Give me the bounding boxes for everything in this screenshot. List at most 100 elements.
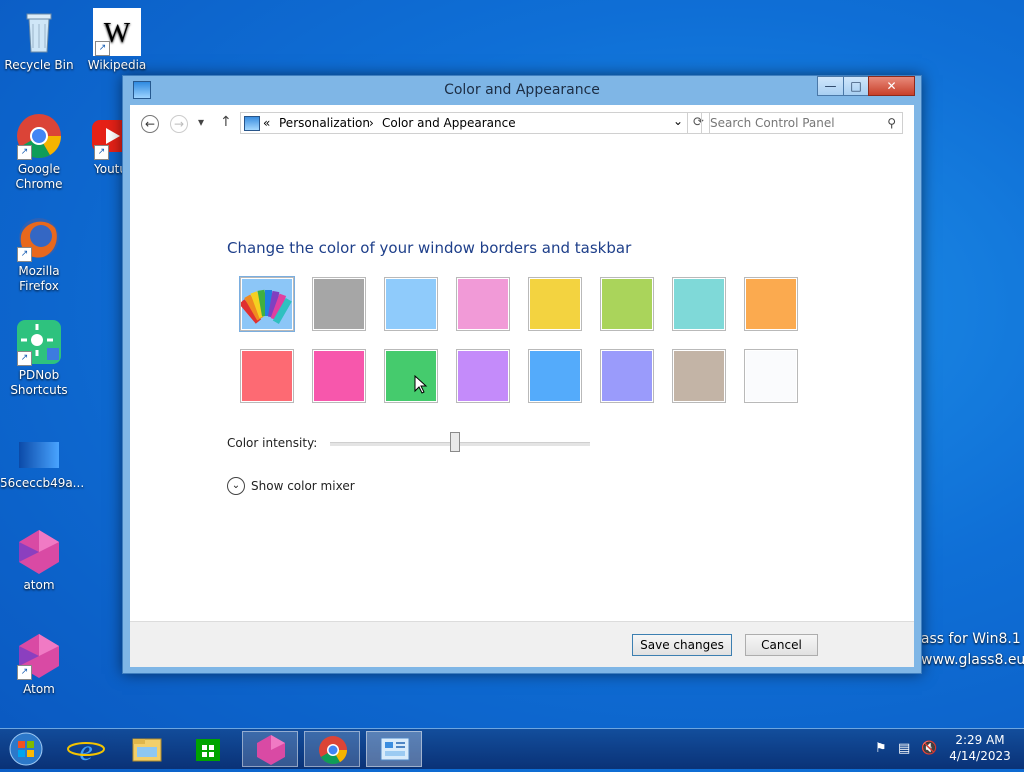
color-swatch-violet[interactable] (456, 349, 510, 403)
control-panel-icon (380, 737, 410, 761)
color-intensity-label: Color intensity: (227, 436, 318, 450)
breadcrumb-personalization[interactable]: Personalization (279, 116, 370, 130)
atom-icon (15, 528, 63, 576)
swatch-fill (602, 351, 652, 401)
desktop-icon-label: PDNob Shortcuts (10, 368, 68, 397)
desktop-icon-atom[interactable]: ↗ Atom (0, 632, 78, 697)
image-file-icon (15, 434, 63, 474)
back-button[interactable]: ← (141, 115, 159, 133)
button-footer: Save changes Cancel (130, 621, 914, 667)
mouse-cursor-icon (414, 375, 428, 394)
taskbar-internet-explorer[interactable]: e (58, 731, 114, 767)
shortcut-arrow-icon: ↗ (94, 145, 109, 160)
windows-orb-icon (9, 732, 43, 766)
desktop-icon-label: 56ceccb49a... (0, 476, 85, 490)
taskbar-control-panel[interactable] (366, 731, 422, 767)
taskbar-clock[interactable]: 2:29 AM 4/14/2023 (948, 732, 1012, 764)
taskbar: e ⚑ ▤ 🔇 (0, 728, 1024, 769)
minimize-button[interactable]: — (817, 76, 844, 96)
youtube-icon: ↗ (92, 112, 124, 160)
swatch-fill (746, 279, 796, 329)
color-swatch-gray[interactable] (312, 277, 366, 331)
svg-text:e: e (79, 734, 92, 767)
up-button[interactable]: ↑ (220, 114, 232, 130)
swatch-fill (386, 279, 436, 329)
atom-icon: ↗ (15, 632, 63, 680)
color-swatch-white[interactable] (744, 349, 798, 403)
swatch-fill (602, 279, 652, 329)
desktop-icon-label: Google Chrome (15, 162, 63, 191)
pdnob-icon: ↗ (15, 318, 63, 366)
swatch-fill (746, 351, 796, 401)
chrome-icon (319, 736, 347, 764)
color-swatch-periwinkle[interactable] (600, 349, 654, 403)
shortcut-arrow-icon: ↗ (17, 145, 32, 160)
breadcrumb-color-appearance[interactable]: Color and Appearance (382, 116, 516, 130)
watermark-line2: www.glass8.eu (921, 652, 1024, 668)
folder-icon (132, 738, 162, 762)
volume-muted-icon[interactable]: 🔇 (921, 741, 937, 756)
action-center-flag-icon[interactable]: ⚑ (875, 741, 887, 756)
taskbar-chrome[interactable] (304, 731, 360, 767)
show-color-mixer-label: Show color mixer (251, 479, 355, 493)
color-swatch-taupe[interactable] (672, 349, 726, 403)
page-heading: Change the color of your window borders … (227, 239, 632, 257)
address-bar[interactable]: « Personalization › Color and Appearance… (240, 112, 688, 134)
clock-time: 2:29 AM (955, 733, 1005, 747)
color-swatch-teal[interactable] (672, 277, 726, 331)
control-panel-icon (244, 116, 260, 131)
address-dropdown-icon[interactable]: ⌄ (673, 114, 683, 128)
store-icon (196, 739, 220, 761)
navigation-bar: ← → ▾ ↑ « Personalization › Color and Ap… (130, 105, 914, 143)
title-bar[interactable]: Color and Appearance — □ ✕ (123, 76, 921, 104)
color-swatch-red[interactable] (240, 349, 294, 403)
desktop-icon-atom-lower[interactable]: atom (0, 528, 78, 593)
desktop-icon-label: Atom (23, 682, 55, 696)
color-swatch-yellow[interactable] (528, 277, 582, 331)
taskbar-atom[interactable] (242, 731, 298, 767)
color-swatch-light-blue[interactable] (384, 277, 438, 331)
forward-button[interactable]: → (170, 115, 188, 133)
recent-locations-button[interactable]: ▾ (198, 115, 204, 129)
swatch-fill (530, 351, 580, 401)
breadcrumb-separator: › (369, 116, 374, 130)
recycle-bin-icon (15, 8, 63, 56)
taskbar-file-explorer[interactable] (119, 731, 175, 767)
color-swatch-orange[interactable] (744, 277, 798, 331)
desktop-icon-wikipedia[interactable]: W ↗ Wikipedia (78, 8, 156, 73)
color-swatch-magenta[interactable] (312, 349, 366, 403)
color-appearance-window: Color and Appearance — □ ✕ ← → ▾ ↑ « Per… (122, 75, 922, 674)
search-icon[interactable]: ⚲ (887, 116, 896, 130)
start-button[interactable] (2, 731, 50, 767)
desktop-icon-youtube[interactable]: ↗ Youtu (78, 112, 124, 177)
color-swatch-green[interactable] (384, 349, 438, 403)
desktop-icon-label: Wikipedia (87, 58, 147, 72)
desktop-icon-pdnob-shortcuts[interactable]: ↗ PDNob Shortcuts (0, 318, 78, 398)
desktop-icon-mozilla-firefox[interactable]: ↗ Mozilla Firefox (0, 214, 78, 294)
close-button[interactable]: ✕ (868, 76, 915, 96)
color-swatch-blue[interactable] (528, 349, 582, 403)
swatch-fill (458, 279, 508, 329)
desktop-icon-image-file[interactable]: 56ceccb49a... (0, 434, 85, 491)
color-swatch-automatic[interactable] (239, 276, 295, 332)
search-input[interactable]: Search Control Panel ⚲ (701, 112, 903, 134)
maximize-button[interactable]: □ (843, 76, 869, 96)
expand-chevron-icon: ⌄ (227, 477, 245, 495)
atom-icon (257, 735, 285, 765)
network-icon[interactable]: ▤ (898, 741, 910, 756)
save-changes-button[interactable]: Save changes (632, 634, 732, 656)
shortcut-arrow-icon: ↗ (95, 41, 110, 56)
clock-date: 4/14/2023 (949, 749, 1011, 763)
desktop-icon-label: Mozilla Firefox (18, 264, 60, 293)
color-swatch-pink[interactable] (456, 277, 510, 331)
slider-thumb[interactable] (449, 432, 460, 452)
swatch-fill (530, 279, 580, 329)
firefox-icon: ↗ (15, 214, 63, 262)
color-intensity-slider[interactable] (330, 442, 590, 446)
taskbar-store[interactable] (180, 731, 236, 767)
swatch-fill (386, 351, 436, 401)
desktop-icon-recycle-bin[interactable]: Recycle Bin (0, 8, 78, 73)
desktop-icon-google-chrome[interactable]: ↗ Google Chrome (0, 112, 78, 192)
color-swatch-lime[interactable] (600, 277, 654, 331)
cancel-button[interactable]: Cancel (745, 634, 818, 656)
